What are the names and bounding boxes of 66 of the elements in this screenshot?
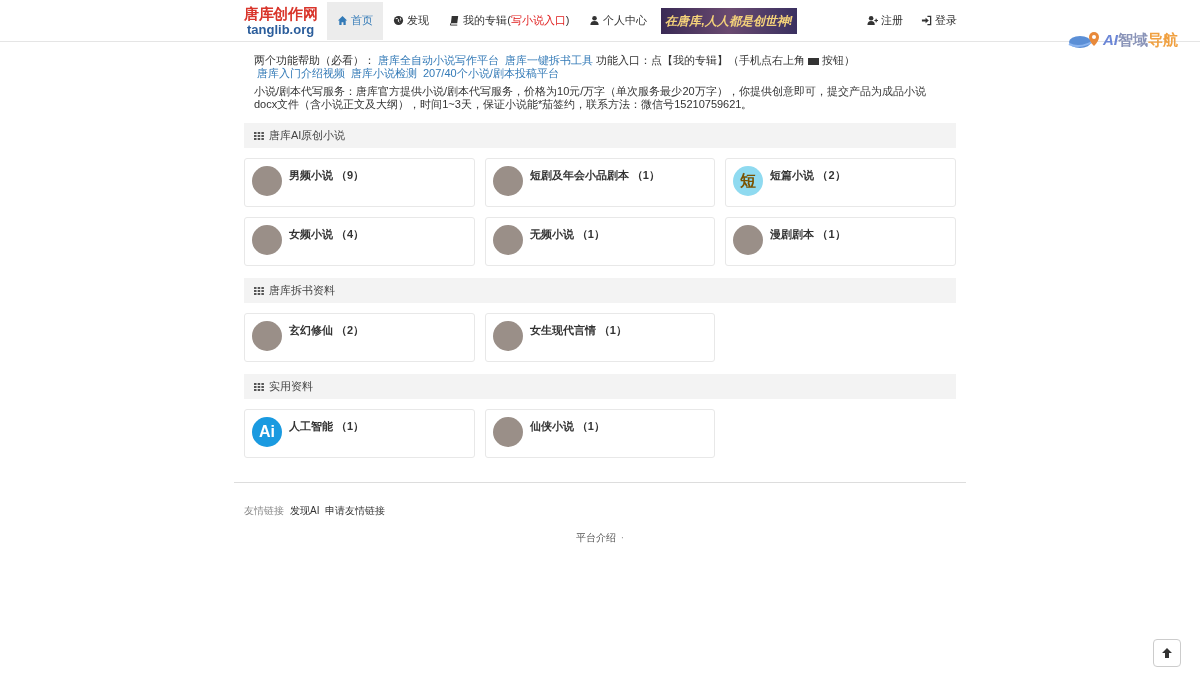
links-label: 友情链接 — [244, 504, 284, 518]
category-avatar: Ai — [252, 417, 282, 447]
grid-icon — [254, 382, 264, 391]
category-card[interactable]: 女生现代言情 （1） — [484, 313, 716, 362]
separator-dot: · — [620, 531, 625, 545]
help-link[interactable]: 唐库入门介绍视频 — [257, 67, 345, 79]
category-title: 女生现代言情 （1） — [529, 323, 627, 338]
back-to-top-button[interactable] — [1153, 639, 1181, 667]
footer-link[interactable]: 申请友情链接 — [325, 503, 386, 518]
sign-in-icon — [921, 15, 932, 26]
site-logo[interactable]: 唐库创作网 tanglib.org — [244, 5, 318, 36]
category-card[interactable]: 无频小说 （1） — [484, 217, 716, 266]
section-title: 实用资料 — [269, 379, 313, 395]
photo-placeholder — [252, 225, 282, 255]
nav-link[interactable]: 注册 — [858, 12, 912, 29]
section-title: 唐库拆书资料 — [269, 283, 335, 299]
grid-icon — [254, 131, 264, 140]
category-card[interactable]: 玄幻修仙 （2） — [244, 313, 475, 362]
photo-placeholder — [492, 417, 523, 447]
category-title: 玄幻修仙 （2） — [289, 323, 365, 338]
category-title: 男频小说 （9） — [289, 168, 365, 183]
category-avatar: 短 — [733, 166, 764, 196]
service-text: 小说/剧本代写服务：唐库官方提供小说/剧本代写服务，价格为10元/万字（单次服务最少20万字），你提供创意即可，提交产品为成品小说docx文件（含小说正文及大纲），时间1~3天，保证小说能*茄签约，联系方法：微信号15210759621。 — [253, 85, 927, 111]
category-card[interactable]: 漫剧剧本 （1） — [725, 217, 956, 266]
help-link[interactable]: 207/40个小说/剧本投稿平台 — [423, 67, 559, 79]
footer-link[interactable]: 平台介绍 — [575, 530, 616, 545]
category-card[interactable]: Ai 人工智能 （1） — [244, 409, 475, 458]
globe-icon — [393, 15, 405, 26]
category-title: 短剧及年会小品剧本 （1） — [529, 168, 660, 183]
home-icon — [337, 15, 349, 26]
category-title: 无频小说 （1） — [529, 227, 605, 242]
photo-placeholder — [492, 166, 523, 196]
nav-link[interactable]: 发现 — [383, 1, 440, 40]
photo-placeholder — [492, 321, 523, 351]
photo-placeholder — [252, 166, 282, 196]
category-title: 女频小说 （4） — [289, 227, 365, 242]
help-link[interactable]: 唐库全自动小说写作平台 — [378, 54, 499, 66]
nav-link[interactable]: 登录 — [912, 12, 966, 29]
category-title: 短篇小说 （2） — [770, 168, 846, 183]
category-card[interactable]: 男频小说 （9） — [244, 158, 475, 207]
ai-navigation-logo[interactable]: AI智域导航 — [1103, 29, 1178, 52]
help-link[interactable]: 唐库小说检测 — [351, 67, 417, 79]
photo-placeholder — [492, 225, 523, 255]
grid-icon — [254, 286, 264, 295]
arrow-up-icon — [1161, 647, 1173, 659]
banner-image[interactable]: 在唐库,人人都是创世神! — [661, 7, 797, 34]
category-card[interactable]: 仙侠小说 （1） — [484, 409, 716, 458]
category-title: 仙侠小说 （1） — [529, 419, 605, 434]
nav-link[interactable]: 首页 — [327, 1, 384, 40]
section-title: 唐库AI原创小说 — [269, 128, 346, 144]
category-card[interactable]: 短 短篇小说 （2） — [725, 158, 956, 207]
user-plus-icon — [867, 15, 878, 26]
help-text: 两个功能帮助（必看）： 唐库全自动小说写作平台 唐库一键拆书工具 功能入口：点【我的专辑】（手机点右上角 按钮） 唐库入门介绍视频 唐库小说检测 207/40个小说/剧本投稿平台 — [253, 54, 856, 80]
footer-link[interactable]: 发现AI — [290, 503, 320, 518]
help-link[interactable]: 唐库一键拆书工具 — [505, 54, 593, 66]
category-card[interactable]: 短剧及年会小品剧本 （1） — [484, 158, 716, 207]
category-title: 人工智能 （1） — [289, 419, 365, 434]
photo-placeholder — [733, 225, 764, 255]
book-icon — [449, 15, 461, 26]
nav-link[interactable]: 我的专辑(写小说入口) — [439, 1, 580, 40]
menu-bar-icon — [808, 57, 819, 65]
category-title: 漫剧剧本 （1） — [770, 227, 846, 242]
nav-link[interactable]: 个人中心 — [579, 1, 658, 40]
category-card[interactable]: 女频小说 （4） — [244, 217, 475, 266]
photo-placeholder — [252, 321, 282, 351]
user-icon — [589, 15, 601, 26]
